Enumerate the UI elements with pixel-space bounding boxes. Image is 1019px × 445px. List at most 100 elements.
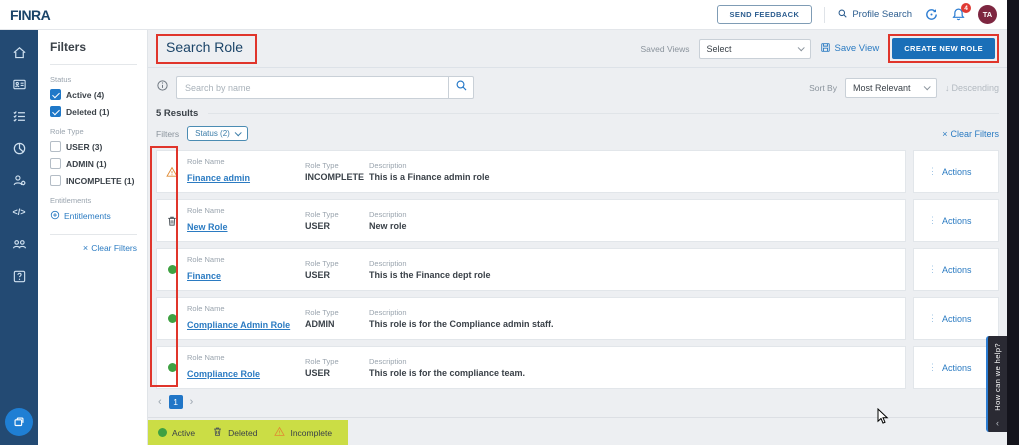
checklist-icon[interactable] (0, 100, 38, 132)
checkbox-incomplete[interactable] (50, 175, 61, 186)
header-divider (824, 7, 825, 23)
actions-link-label[interactable]: Actions (942, 265, 972, 275)
app-window: FINRA SEND FEEDBACK Profile Search 4 TA (0, 0, 1019, 445)
description-value: This is a Finance admin role (369, 172, 559, 182)
descending-label: Descending (951, 83, 999, 93)
role-type-label: Role Type (305, 259, 369, 268)
role-type-label: Role Type (305, 357, 369, 366)
user-settings-icon[interactable] (0, 164, 38, 196)
help-icon[interactable] (0, 260, 38, 292)
send-feedback-button[interactable]: SEND FEEDBACK (717, 5, 813, 24)
legend-incomplete-label: Incomplete (290, 428, 332, 438)
actions-link-label[interactable]: Actions (942, 363, 972, 373)
finra-logo: FINRA (10, 7, 50, 23)
right-edge-strip (1007, 0, 1019, 445)
role-name-link[interactable]: New Role (187, 222, 228, 232)
profile-search-link[interactable]: Profile Search (837, 8, 912, 22)
pagination-prev-icon[interactable]: ‹ (158, 396, 162, 408)
home-icon[interactable] (0, 36, 38, 68)
legend-item-active: Active (158, 428, 195, 438)
clear-filters-sidebar-link[interactable]: × Clear Filters (50, 243, 137, 253)
filter-option-deleted[interactable]: Deleted (1) (50, 106, 137, 117)
role-name-link[interactable]: Compliance Role (187, 369, 260, 379)
code-icon[interactable]: </> (0, 196, 38, 228)
filter-option-incomplete[interactable]: INCOMPLETE (1) (50, 175, 137, 186)
filter-option-active[interactable]: Active (4) (50, 89, 137, 100)
role-type-value: USER (305, 221, 369, 231)
save-view-link[interactable]: Save View (820, 42, 880, 56)
actions-card: ⋮ Actions (913, 297, 999, 340)
pagination-next-icon[interactable]: › (190, 396, 194, 408)
checkbox-admin[interactable] (50, 158, 61, 169)
profile-search-label: Profile Search (852, 9, 912, 20)
filter-option-user[interactable]: USER (3) (50, 141, 137, 152)
role-name-label: Role Name (187, 304, 305, 313)
filter-option-incomplete-label: INCOMPLETE (1) (66, 176, 134, 186)
filter-option-active-label: Active (4) (66, 90, 104, 100)
role-type-value: ADMIN (305, 319, 369, 329)
chevron-left-icon: ‹ (996, 418, 999, 428)
description-value: This role is for the compliance team. (369, 368, 559, 378)
actions-card: ⋮ Actions (913, 199, 999, 242)
chevron-down-icon (234, 129, 241, 136)
history-icon[interactable] (924, 7, 939, 22)
actions-link-label[interactable]: Actions (942, 167, 972, 177)
role-name-link[interactable]: Compliance Admin Role (187, 320, 290, 330)
descending-toggle[interactable]: ↓ Descending (945, 83, 999, 93)
filter-section-status-label: Status (50, 75, 137, 84)
legend-highlight: Active Deleted Incomplete (148, 420, 348, 445)
actions-link-label[interactable]: Actions (942, 314, 972, 324)
filter-option-admin[interactable]: ADMIN (1) (50, 158, 137, 169)
info-icon[interactable] (156, 79, 169, 97)
saved-views-value: Select (707, 44, 732, 54)
results-count-row: 5 Results (156, 108, 999, 119)
active-status-icon (158, 428, 167, 437)
role-row-card: Role Name Finance admin Role Type INCOMP… (156, 150, 906, 193)
kebab-menu-icon: ⋮ (928, 167, 937, 176)
role-type-label: Role Type (305, 161, 369, 170)
role-name-label: Role Name (187, 157, 305, 166)
id-card-icon[interactable] (0, 68, 38, 100)
row-status-cell (157, 215, 187, 227)
pagination-page-1[interactable]: 1 (169, 395, 183, 409)
role-name-label: Role Name (187, 353, 305, 362)
results-count: 5 Results (156, 108, 198, 119)
checkbox-active[interactable] (50, 89, 61, 100)
pie-chart-icon[interactable] (0, 132, 38, 164)
role-name-link[interactable]: Finance admin (187, 173, 250, 183)
create-new-role-button[interactable]: CREATE NEW ROLE (892, 38, 995, 59)
search-row: Sort By Most Relevant ↓ Descending (156, 76, 999, 99)
pagination: ‹ 1 › (158, 395, 1007, 409)
checkbox-user[interactable] (50, 141, 61, 152)
entitlements-link[interactable]: Entitlements (50, 210, 137, 222)
status-filter-chip[interactable]: Status (2) (187, 126, 248, 141)
legend-item-incomplete: Incomplete (274, 426, 332, 439)
clear-filters-link[interactable]: × Clear Filters (942, 129, 999, 139)
actions-link-label[interactable]: Actions (942, 216, 972, 226)
circle-plus-icon (50, 210, 60, 222)
filter-option-user-label: USER (3) (66, 142, 102, 152)
search-input[interactable] (176, 76, 448, 99)
active-status-icon (168, 363, 177, 372)
widget-pages-button[interactable] (5, 408, 33, 436)
sort-by-label: Sort By (809, 83, 837, 93)
notifications-bell-icon[interactable]: 4 (951, 7, 966, 22)
saved-views-label: Saved Views (641, 44, 690, 54)
legend-item-deleted: Deleted (212, 426, 257, 439)
arrow-down-icon: ↓ (945, 83, 950, 93)
role-row-card: Role Name Compliance Role Role Type USER… (156, 346, 906, 389)
group-icon[interactable] (0, 228, 38, 260)
search-submit-button[interactable] (448, 76, 474, 99)
description-value: New role (369, 221, 559, 231)
help-tab[interactable]: How can we help? ‹ (986, 336, 1007, 432)
sort-select[interactable]: Most Relevant (845, 78, 937, 98)
legend-active-label: Active (172, 428, 195, 438)
role-name-link[interactable]: Finance (187, 271, 221, 281)
filters-row-label: Filters (156, 129, 179, 139)
saved-views-select[interactable]: Select (699, 39, 811, 59)
filter-option-deleted-label: Deleted (1) (66, 107, 109, 117)
toolbar: Search Role Saved Views Select Save View… (148, 30, 1007, 68)
role-row-card: Role Name Finance Role Type USER Descrip… (156, 248, 906, 291)
checkbox-deleted[interactable] (50, 106, 61, 117)
user-avatar[interactable]: TA (978, 5, 997, 24)
